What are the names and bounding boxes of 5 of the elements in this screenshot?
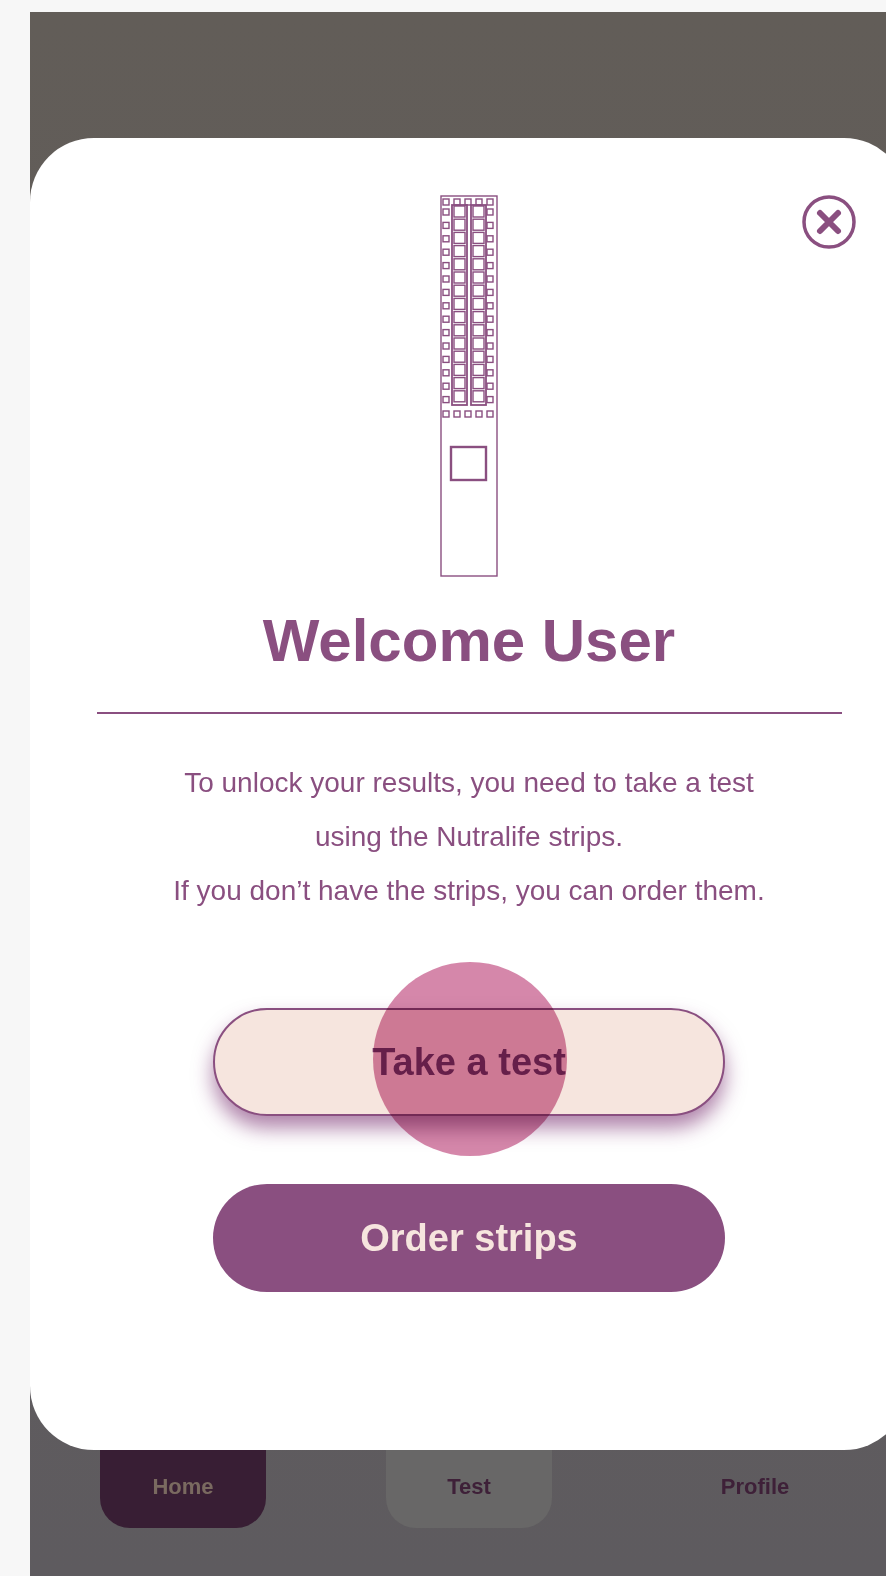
nav-tab[interactable]: Profile <box>672 1400 838 1528</box>
dialog-message: To unlock your results, you need to take a test using the Nutralife strips. If you don’t have the strips, you can order them. <box>172 766 766 908</box>
order-button[interactable]: Order strips <box>213 1184 725 1292</box>
close-button[interactable] <box>802 195 856 249</box>
dialog-title: Welcome User <box>262 606 676 676</box>
